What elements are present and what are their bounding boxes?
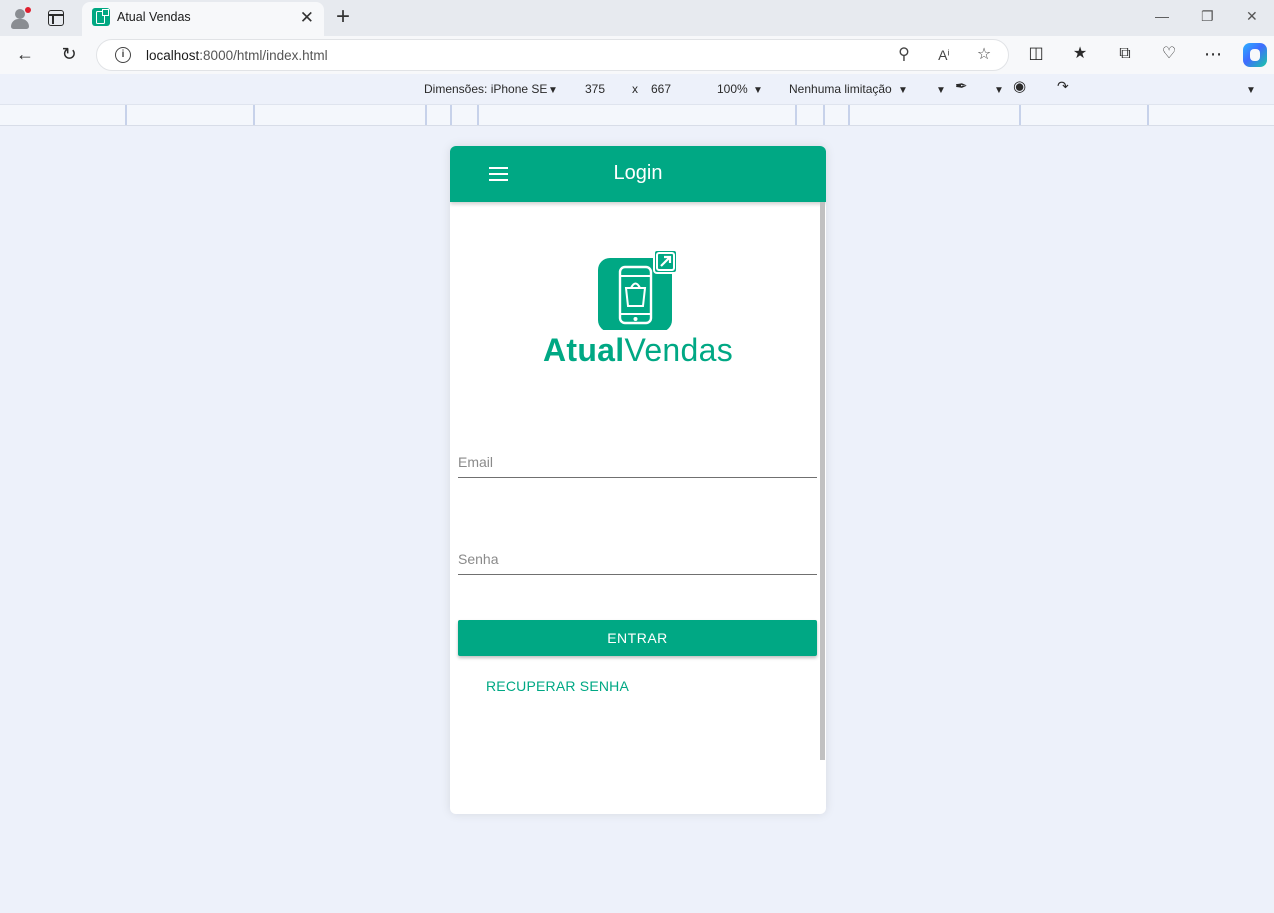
zoom-select[interactable]: 100%: [717, 83, 748, 96]
ruler-tick: [450, 105, 452, 125]
app-bar: Login: [450, 146, 826, 202]
favorite-star-icon[interactable]: ☆: [974, 45, 994, 65]
address-bar[interactable]: i localhost:8000/html/index.html ⚲ Aⁱ ☆: [96, 39, 1009, 71]
throttling-dropdown-icon[interactable]: ▼: [898, 84, 908, 97]
password-field[interactable]: [458, 545, 817, 575]
favorites-icon[interactable]: ★: [1068, 43, 1092, 65]
favicon-icon: [92, 8, 110, 26]
restore-icon[interactable]: ❐: [1201, 8, 1214, 24]
height-input[interactable]: 667: [651, 83, 671, 96]
page-title: Login: [613, 162, 663, 184]
device-toolbar: Dimensões: iPhone SE ▼ 375 x 667 100% ▼ …: [0, 74, 1274, 105]
back-icon[interactable]: ←: [13, 43, 37, 65]
more-options-dropdown-icon[interactable]: ▼: [1246, 84, 1256, 97]
zoom-icon[interactable]: ⚲: [894, 45, 914, 65]
tab-strip: Atual Vendas ✕ + — ❐ ✕: [0, 0, 1274, 36]
split-screen-icon[interactable]: ◫: [1024, 43, 1048, 65]
password-input[interactable]: [458, 545, 817, 573]
ruler-tick: [1019, 105, 1021, 125]
more-icon[interactable]: ⋯: [1201, 43, 1225, 65]
tab-close-icon[interactable]: ✕: [300, 9, 314, 27]
read-aloud-icon[interactable]: Aⁱ: [934, 45, 954, 65]
new-tab-button[interactable]: +: [336, 5, 350, 29]
eyedropper-icon[interactable]: ✒: [955, 79, 968, 94]
profile-avatar-icon[interactable]: [8, 6, 32, 30]
refresh-icon[interactable]: ↻: [57, 43, 81, 65]
ruler-tick: [1147, 105, 1149, 125]
dimensions-select[interactable]: Dimensões: iPhone SE: [424, 83, 547, 96]
brand-logo-icon: [598, 250, 678, 330]
recover-password-link[interactable]: RECUPERAR SENHA: [486, 678, 629, 694]
site-info-icon[interactable]: i: [115, 47, 131, 63]
vision-dropdown-icon[interactable]: ▼: [994, 84, 1004, 97]
browser-essentials-icon[interactable]: ♡: [1157, 43, 1181, 65]
brand-logo-text: AtualVendas: [542, 332, 734, 368]
ruler-tick: [425, 105, 427, 125]
ruler-tick: [125, 105, 127, 125]
width-input[interactable]: 375: [585, 83, 605, 96]
ruler-tick: [477, 105, 479, 125]
media-query-ruler: [0, 105, 1274, 126]
minimize-icon[interactable]: —: [1155, 8, 1169, 24]
sensors-dropdown-icon[interactable]: ▼: [936, 84, 946, 97]
ruler-tick: [253, 105, 255, 125]
enter-button[interactable]: ENTRAR: [458, 620, 817, 656]
times-symbol: x: [632, 82, 638, 96]
rotate-icon[interactable]: ↷: [1057, 79, 1069, 93]
email-input[interactable]: [458, 448, 817, 476]
browser-toolbar: ← ↻ i localhost:8000/html/index.html ⚲ A…: [0, 36, 1274, 74]
tab-title: Atual Vendas: [117, 10, 191, 24]
zoom-dropdown-icon[interactable]: ▼: [753, 84, 763, 97]
throttling-select[interactable]: Nenhuma limitação: [789, 83, 892, 96]
email-field[interactable]: [458, 448, 817, 478]
scrollbar[interactable]: [820, 202, 825, 760]
tab-actions-icon[interactable]: [48, 10, 64, 26]
vision-deficiency-icon[interactable]: ◉: [1013, 79, 1026, 94]
close-window-icon[interactable]: ✕: [1246, 8, 1258, 24]
ruler-tick: [795, 105, 797, 125]
copilot-icon[interactable]: [1243, 43, 1267, 67]
device-viewport: Login AtualVendas ENTRAR RECUPERAR SENHA: [450, 146, 826, 814]
dimensions-dropdown-icon[interactable]: ▼: [548, 84, 558, 97]
url-text[interactable]: localhost:8000/html/index.html: [146, 48, 328, 63]
ruler-tick: [823, 105, 825, 125]
browser-tab[interactable]: Atual Vendas ✕: [82, 2, 324, 36]
collections-icon[interactable]: ⧉: [1113, 43, 1137, 65]
ruler-tick: [848, 105, 850, 125]
